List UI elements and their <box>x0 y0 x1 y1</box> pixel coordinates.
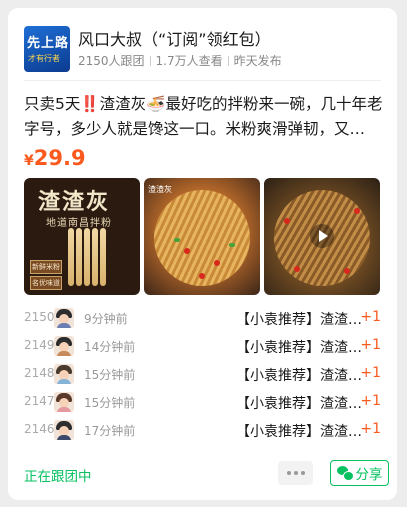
image-label: 名优味道 <box>30 276 62 290</box>
product-video-thumbnail[interactable] <box>264 178 380 295</box>
herb-garnish <box>174 238 180 242</box>
order-number: 2146 <box>24 422 55 436</box>
order-quantity: +1 <box>360 393 381 409</box>
post-description[interactable]: 只卖5天‼️渣渣灰🍜最好吃的拌粉来一碗，几十年老字号，多少人就是馋这一口。米粉爽… <box>24 92 383 142</box>
order-time: 14分钟前 <box>84 340 136 354</box>
price-currency: ¥ <box>24 153 34 169</box>
noodle-bowl <box>154 190 250 286</box>
order-number: 2150 <box>24 310 55 324</box>
chili-garnish <box>284 218 290 224</box>
order-number: 2148 <box>24 366 55 380</box>
chili-garnish <box>294 266 300 272</box>
wechat-icon <box>336 466 354 481</box>
order-quantity: +1 <box>360 309 381 325</box>
image-label: 新鲜米粉 <box>30 260 62 274</box>
buyer-avatar <box>54 392 74 412</box>
group-meta: 2150人跟团 1.7万人查看 昨天发布 <box>78 52 282 69</box>
order-number: 2149 <box>24 338 55 352</box>
followers-count: 2150人跟团 <box>78 54 145 68</box>
product-images: 渣渣灰 地道南昌拌粉 新鲜米粉 名优味道 渣渣灰 <box>24 178 381 295</box>
chili-garnish <box>214 260 220 266</box>
group-buy-card[interactable]: 先上路 才有行者 风口大叔（“订阅”领红包） 2150人跟团 1.7万人查看 昨天发… <box>8 8 397 500</box>
chili-garnish <box>354 208 360 214</box>
product-image-2[interactable]: 渣渣灰 <box>144 178 260 295</box>
play-icon[interactable] <box>310 224 334 248</box>
following-status[interactable]: 正在跟团中 <box>24 465 92 485</box>
buyer-avatar <box>54 336 74 356</box>
more-dot-icon <box>300 471 305 475</box>
avatar-subtext: 才有行者 <box>28 54 60 63</box>
image-subtitle-text: 地道南昌拌粉 <box>46 218 112 229</box>
share-button[interactable]: 分享 <box>330 460 389 486</box>
order-quantity: +1 <box>360 337 381 353</box>
order-time: 17分钟前 <box>84 424 136 438</box>
more-dot-icon <box>286 471 291 475</box>
order-quantity: +1 <box>360 365 381 381</box>
group-avatar[interactable]: 先上路 才有行者 <box>24 26 70 72</box>
image-tag: 渣渣灰 <box>148 185 172 194</box>
order-quantity: +1 <box>360 421 381 437</box>
order-row[interactable]: 2148 15分钟前 【小袁推荐】渣渣灰南昌拌粉 +1 <box>24 361 381 389</box>
buyer-avatar <box>54 420 74 440</box>
noodle-strand <box>84 228 90 286</box>
avatar-text: 先上路 <box>27 36 70 51</box>
noodle-strand <box>100 228 106 286</box>
meta-separator <box>149 56 151 66</box>
herb-garnish <box>229 243 235 247</box>
order-list: 2150 9分钟前 【小袁推荐】渣渣灰南昌拌粉 +1 2149 14分钟前 【小… <box>24 305 381 445</box>
product-image-1[interactable]: 渣渣灰 地道南昌拌粉 新鲜米粉 名优味道 <box>24 178 140 295</box>
order-time: 15分钟前 <box>84 368 136 382</box>
meta-separator <box>227 56 229 66</box>
order-time: 9分钟前 <box>84 312 128 326</box>
publish-time: 昨天发布 <box>233 54 282 68</box>
buyer-avatar <box>54 308 74 328</box>
order-row[interactable]: 2149 14分钟前 【小袁推荐】渣渣灰南昌拌粉 +1 <box>24 333 381 361</box>
noodle-strand <box>92 228 98 286</box>
more-options-button[interactable] <box>278 461 313 485</box>
price: ¥29.9 <box>24 146 86 170</box>
order-item: 【小袁推荐】渣渣灰南昌拌粉 <box>236 396 362 412</box>
card-header: 先上路 才有行者 风口大叔（“订阅”领红包） 2150人跟团 1.7万人查看 昨天发… <box>24 26 381 74</box>
group-title[interactable]: 风口大叔（“订阅”领红包） <box>78 26 271 50</box>
price-value: 29.9 <box>33 146 86 170</box>
chili-garnish <box>184 248 190 254</box>
header-divider <box>24 80 381 81</box>
chili-garnish <box>199 273 205 279</box>
order-item: 【小袁推荐】渣渣灰南昌拌粉 <box>236 424 362 440</box>
order-number: 2147 <box>24 394 55 408</box>
noodle-strand <box>76 228 82 286</box>
noodle-strand <box>68 228 74 286</box>
more-dot-icon <box>293 471 298 475</box>
order-item: 【小袁推荐】渣渣灰南昌拌粉 <box>236 312 362 328</box>
image-title-text: 渣渣灰 <box>38 190 111 215</box>
order-row[interactable]: 2147 15分钟前 【小袁推荐】渣渣灰南昌拌粉 +1 <box>24 389 381 417</box>
order-item: 【小袁推荐】渣渣灰南昌拌粉 <box>236 368 362 384</box>
share-label: 分享 <box>355 467 383 483</box>
buyer-avatar <box>54 364 74 384</box>
chili-garnish <box>344 268 350 274</box>
order-item: 【小袁推荐】渣渣灰南昌拌粉 <box>236 340 362 356</box>
views-count: 1.7万人查看 <box>155 54 223 68</box>
order-time: 15分钟前 <box>84 396 136 410</box>
card-footer: 正在跟团中 分享 <box>24 460 389 488</box>
order-row[interactable]: 2146 17分钟前 【小袁推荐】渣渣灰南昌拌粉 +1 <box>24 417 381 445</box>
order-row[interactable]: 2150 9分钟前 【小袁推荐】渣渣灰南昌拌粉 +1 <box>24 305 381 333</box>
